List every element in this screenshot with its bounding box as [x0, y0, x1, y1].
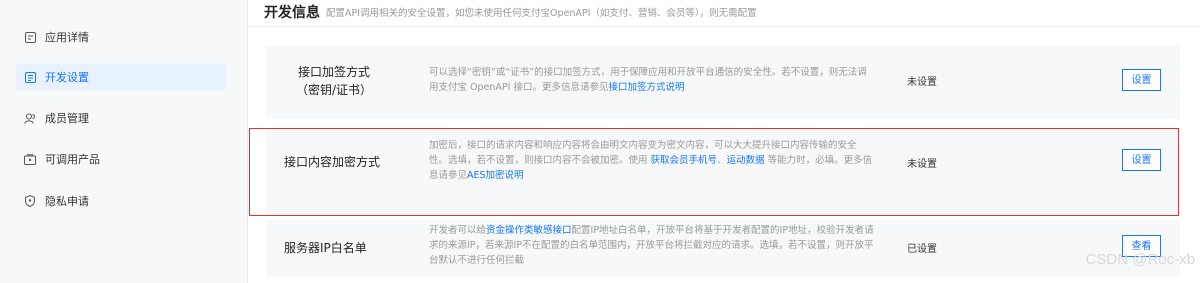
sidebar-item-label: 可调用产品 [45, 153, 100, 166]
row-title-line1: 接口加签方式 [297, 65, 370, 79]
sidebar-item-products[interactable]: 可调用产品 [16, 146, 226, 172]
status-text: 已设置 [907, 244, 937, 255]
page-subtitle: 配置API调用相关的安全设置，如您未使用任何支付宝OpenAPI（如支付、营销、… [326, 8, 757, 19]
privacy-icon [22, 193, 38, 209]
row-title-line2: （密钥/证书） [295, 83, 373, 97]
watermark: CSDN @Roc-xb [1085, 251, 1195, 268]
dev-settings-icon [22, 69, 38, 85]
desc-text: 开发者可以给 [429, 225, 487, 236]
product-icon [22, 151, 38, 167]
page-title: 开发信息 [264, 5, 320, 21]
sidebar-item-label: 应用详情 [45, 31, 89, 44]
setting-card-signing: 接口加签方式 （密钥/证书） 可以选择“密钥”或“证书”的接口加签方式，用于保障… [266, 46, 1180, 119]
row-description: 可以选择“密钥”或“证书”的接口加签方式，用于保障应用和开放平台通信的安全性。若… [429, 65, 874, 95]
row-title: 接口加签方式 （密钥/证书） [284, 63, 384, 99]
sidebar-item-dev-settings[interactable]: 开发设置 [16, 64, 226, 90]
sidebar-item-label: 开发设置 [45, 71, 89, 84]
sidebar-item-label: 成员管理 [45, 112, 89, 125]
sidebar: 应用详情 开发设置 成员管理 可调用产品 隐私申请 [0, 0, 248, 283]
member-icon [22, 110, 38, 126]
header: 开发信息 配置API调用相关的安全设置，如您未使用任何支付宝OpenAPI（如支… [248, 0, 1200, 27]
signing-doc-link[interactable]: 接口加签方式说明 [608, 82, 684, 93]
sidebar-item-label: 隐私申请 [45, 195, 89, 208]
row-title: 服务器IP白名单 [284, 239, 367, 257]
sensitive-api-link[interactable]: 资金操作类敏感接口 [486, 225, 572, 236]
signing-settings-button[interactable]: 设置 [1122, 69, 1161, 91]
setting-card-ip-whitelist: 服务器IP白名单 开发者可以给资金操作类敏感接口配置IP地址白名单，开放平台将基… [266, 220, 1180, 277]
row-description: 开发者可以给资金操作类敏感接口配置IP地址白名单，开放平台将基于开发者配置的IP… [429, 223, 874, 268]
sidebar-item-privacy[interactable]: 隐私申请 [16, 188, 226, 214]
status-text: 未设置 [907, 77, 937, 88]
app-detail-icon [22, 29, 38, 45]
row-title-line1: 服务器IP白名单 [284, 241, 367, 255]
sidebar-item-members[interactable]: 成员管理 [16, 105, 226, 131]
sidebar-item-app-detail[interactable]: 应用详情 [16, 24, 226, 50]
highlight-annotation-box [249, 128, 1179, 216]
